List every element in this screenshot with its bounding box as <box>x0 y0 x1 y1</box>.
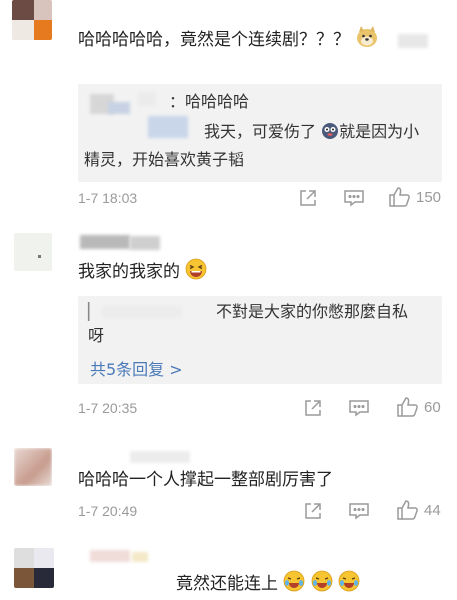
comment-time: 1-7 20:49 <box>78 503 138 519</box>
comment-icon <box>349 502 369 520</box>
comment-time: 1-7 20:35 <box>78 400 138 416</box>
like-button[interactable]: 150 <box>389 187 441 207</box>
share-icon <box>304 502 322 520</box>
comment-button[interactable] <box>349 399 369 417</box>
comment-text: 竟然还能连上 <box>176 574 278 594</box>
comment-text: 哈哈哈哈哈，竟然是个连续剧？？？ <box>78 30 350 50</box>
share-button[interactable] <box>299 189 317 207</box>
thumbs-up-icon <box>397 397 419 417</box>
laughing-emoji <box>185 258 207 287</box>
reply-text: 我天，可爱伤了 <box>204 122 317 141</box>
share-button[interactable] <box>304 399 322 417</box>
avatar[interactable] <box>12 0 52 40</box>
doge-emoji <box>355 26 379 55</box>
share-icon <box>304 399 322 417</box>
reply-text-line2: 精灵，开始喜欢黄子韬 <box>84 150 245 169</box>
like-count: 60 <box>424 398 441 416</box>
comment-button[interactable] <box>349 502 369 520</box>
reply-text: 不對是大家的你憋那麼自私 <box>216 302 409 321</box>
crying-laugh-emoji <box>283 570 305 599</box>
avatar[interactable] <box>14 548 54 588</box>
dizzy-face-emoji <box>321 121 339 149</box>
share-icon <box>299 189 317 207</box>
thumbs-up-icon <box>389 187 411 207</box>
reply-box[interactable]: ▏ 不對是大家的你憋那麼自私 呀 共5条回复 > <box>78 296 442 384</box>
like-count: 150 <box>416 188 442 206</box>
avatar[interactable] <box>14 233 52 271</box>
like-button[interactable]: 60 <box>397 397 441 417</box>
more-replies-link[interactable]: 共5条回复 > <box>90 356 183 380</box>
reply-text-line2: 呀 <box>88 326 105 345</box>
like-count: 44 <box>424 501 441 519</box>
crying-laugh-emoji <box>338 570 360 599</box>
thumbs-up-icon <box>397 500 419 520</box>
comment-button[interactable] <box>344 189 364 207</box>
comment-text: 我家的我家的 <box>78 262 180 282</box>
comment-time: 1-7 18:03 <box>78 190 138 206</box>
reply-text-cont: 就是因为小 <box>339 122 420 141</box>
comment-icon <box>349 399 369 417</box>
share-button[interactable] <box>304 502 322 520</box>
like-button[interactable]: 44 <box>397 500 441 520</box>
comment-text: 哈哈哈一个人撑起一整部剧厉害了 <box>78 470 333 490</box>
comment-icon <box>344 189 364 207</box>
crying-laugh-emoji <box>311 570 333 599</box>
avatar[interactable] <box>14 448 52 486</box>
reply-author: ：哈哈哈哈 <box>169 92 250 111</box>
reply-box[interactable]: ：哈哈哈哈 我天，可爱伤了 就是因为小 精灵，开始喜欢黄子韬 <box>78 84 442 182</box>
